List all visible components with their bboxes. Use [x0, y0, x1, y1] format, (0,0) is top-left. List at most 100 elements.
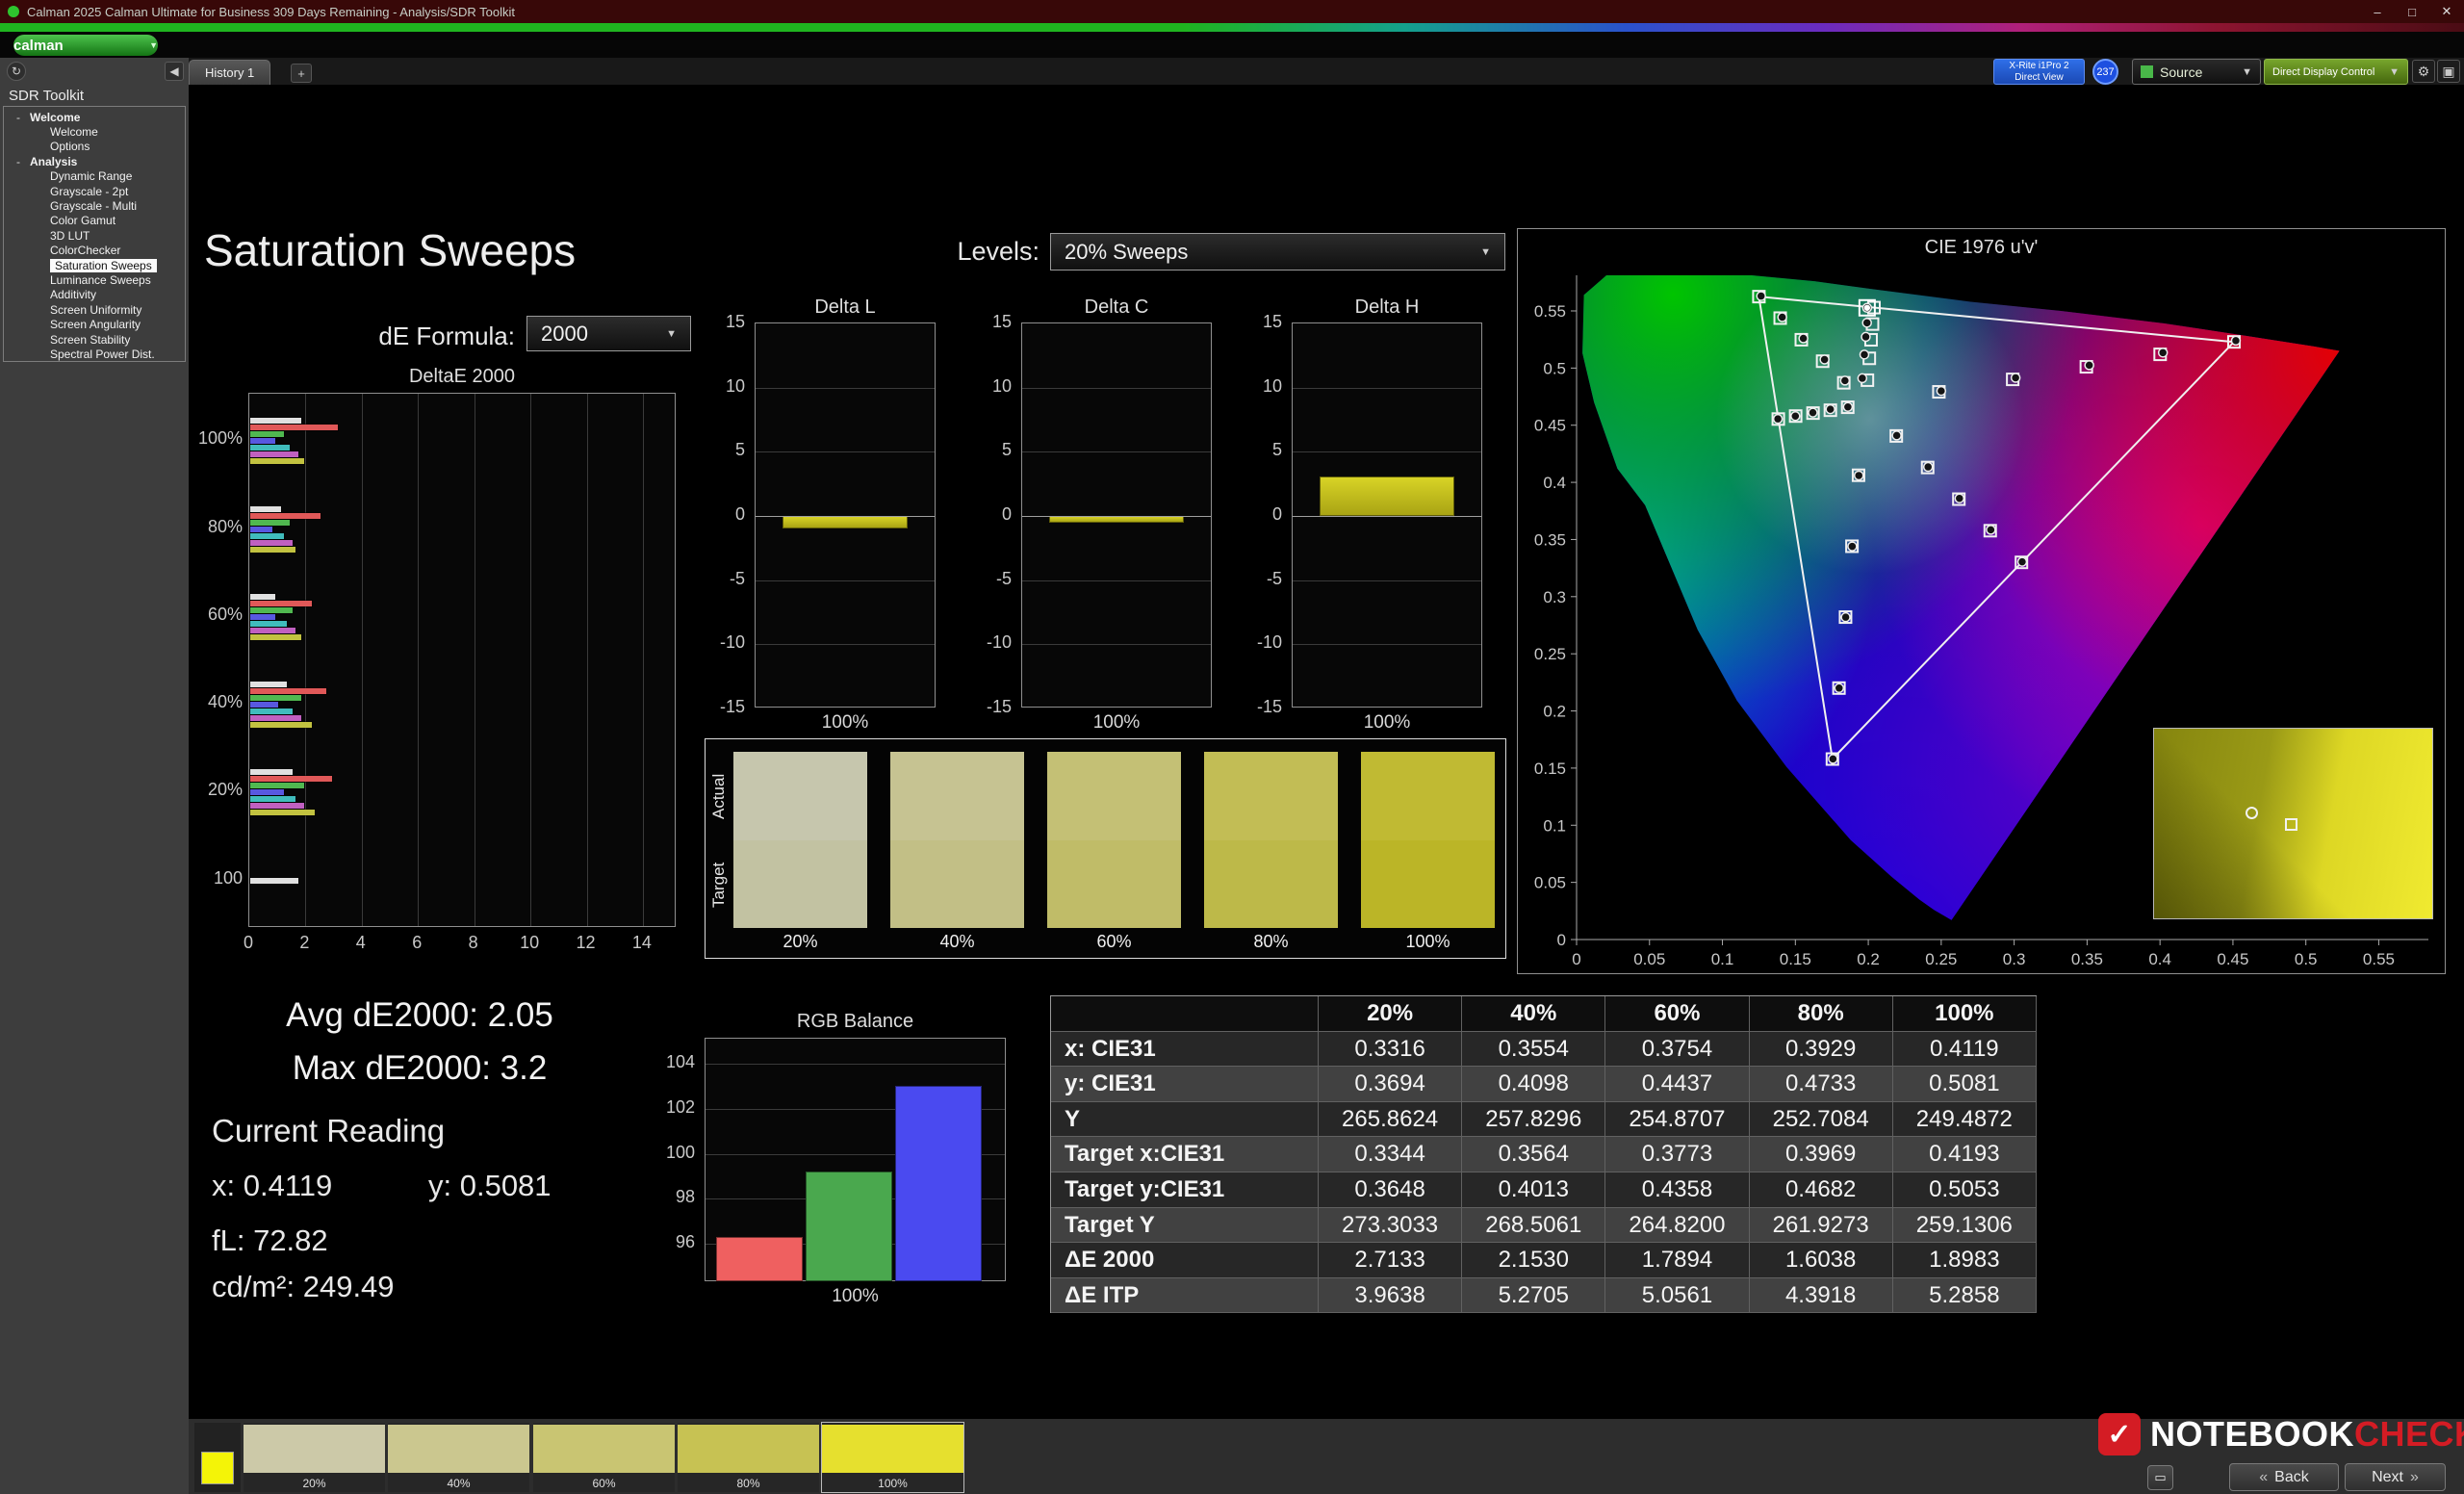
table-header-cell: 20% — [1319, 996, 1462, 1032]
current-patch-tile[interactable] — [194, 1423, 241, 1492]
sidebar-item-spectral-power-dist-[interactable]: Spectral Power Dist. — [4, 347, 185, 361]
page-title: Saturation Sweeps — [204, 224, 576, 276]
sidebar-item-colorchecker[interactable]: ColorChecker — [4, 244, 185, 258]
sidebar-item-analysis[interactable]: -Analysis — [4, 154, 185, 168]
sidebar-item-grayscale-2pt[interactable]: Grayscale - 2pt — [4, 184, 185, 198]
swatch-label: 20% — [733, 932, 867, 952]
target-swatch — [733, 840, 867, 929]
de-bar — [250, 520, 290, 526]
actual-swatch — [1204, 752, 1338, 840]
sidebar-item-label: Welcome — [30, 111, 80, 124]
levels-value: 20% Sweeps — [1065, 240, 1188, 265]
x-tick-label: 4 — [342, 933, 380, 953]
delta-bar — [1320, 477, 1454, 516]
de-bar — [250, 594, 275, 600]
minimize-button[interactable]: – — [2360, 0, 2395, 23]
de-bar — [250, 789, 284, 795]
measurement-table: 20%40%60%80%100%x: CIE310.33160.35540.37… — [1050, 995, 2037, 1313]
sidebar-item-screen-angularity[interactable]: Screen Angularity — [4, 317, 185, 331]
display-control-select[interactable]: Direct Display Control ▼ — [2264, 59, 2408, 85]
x-tick-label: 2 — [285, 933, 323, 953]
delta-l-title: Delta L — [755, 296, 936, 319]
patch-tile-20%[interactable]: 20% — [244, 1423, 385, 1492]
next-button[interactable]: Next » — [2345, 1463, 2446, 1491]
table-cell: 3.9638 — [1319, 1278, 1462, 1314]
sidebar-item-saturation-sweeps[interactable]: Saturation Sweeps — [4, 258, 185, 272]
delta-c-title: Delta C — [1021, 296, 1212, 319]
add-tab-button[interactable]: + — [291, 64, 312, 83]
chevron-down-icon: ▼ — [2242, 66, 2252, 78]
sidebar-title: SDR Toolkit — [9, 88, 84, 104]
y-tick-label: -5 — [687, 569, 745, 589]
sidebar-item-welcome[interactable]: Welcome — [4, 124, 185, 139]
y-tick-label: 10 — [1224, 376, 1282, 397]
table-row: Target Y273.3033268.5061264.8200261.9273… — [1051, 1208, 2037, 1244]
table-cell: 0.3554 — [1462, 1032, 1605, 1068]
tab-history-1[interactable]: History 1 — [189, 60, 270, 85]
de-bar — [250, 708, 293, 714]
table-cell: 259.1306 — [1893, 1208, 2037, 1244]
patch-tile-80%[interactable]: 80% — [678, 1423, 819, 1492]
notebookcheck-word1: NOTEBOOK — [2150, 1414, 2354, 1454]
table-cell: 5.0561 — [1605, 1278, 1749, 1314]
y-tick-label: 102 — [637, 1097, 695, 1118]
table-cell: 252.7084 — [1750, 1102, 1893, 1138]
refresh-icon[interactable]: ↻ — [7, 62, 26, 81]
sidebar-item-dynamic-range[interactable]: Dynamic Range — [4, 169, 185, 184]
maximize-button[interactable]: □ — [2395, 0, 2429, 23]
svg-text:0.05: 0.05 — [1534, 874, 1566, 892]
sidebar-item-label: Welcome — [50, 125, 98, 139]
de-bar — [250, 418, 301, 424]
levels-label: Levels: — [895, 237, 1040, 267]
gear-icon[interactable]: ⚙ — [2412, 60, 2435, 83]
grid-line — [1293, 644, 1481, 645]
sidebar-item-color-gamut[interactable]: Color Gamut — [4, 214, 185, 228]
sidebar-item-luminance-sweeps[interactable]: Luminance Sweeps — [4, 272, 185, 287]
sidebar-item-grayscale-multi[interactable]: Grayscale - Multi — [4, 198, 185, 213]
patch-tile-100%[interactable]: 100% — [822, 1423, 963, 1492]
table-cell: 0.4193 — [1893, 1137, 2037, 1172]
row-label: Target y:CIE31 — [1051, 1172, 1319, 1208]
source-select[interactable]: Source ▼ — [2132, 59, 2261, 85]
actual-swatch — [1361, 752, 1495, 840]
sidebar-item-label: Analysis — [30, 155, 77, 168]
svg-text:0.15: 0.15 — [1780, 950, 1811, 968]
app-grid-icon[interactable]: ▣ — [2437, 60, 2460, 83]
close-button[interactable]: ✕ — [2429, 0, 2464, 23]
sidebar-item-welcome[interactable]: -Welcome — [4, 110, 185, 124]
levels-select[interactable]: 20% Sweeps ▼ — [1050, 233, 1505, 270]
table-cell: 2.7133 — [1319, 1243, 1462, 1278]
sidebar-item-screen-stability[interactable]: Screen Stability — [4, 332, 185, 347]
pattern-window-icon[interactable]: ▭ — [2147, 1465, 2173, 1490]
y-tick-label: 96 — [637, 1232, 695, 1252]
table-cell: 0.5053 — [1893, 1172, 2037, 1208]
collapse-icon[interactable]: - — [16, 111, 20, 124]
collapse-icon[interactable]: - — [16, 155, 20, 168]
de-formula-select[interactable]: 2000 ▼ — [526, 316, 691, 351]
sidebar-item-3d-lut[interactable]: 3D LUT — [4, 228, 185, 243]
de-bar — [250, 527, 272, 532]
back-label: Back — [2274, 1469, 2309, 1486]
sidebar-item-additivity[interactable]: Additivity — [4, 288, 185, 302]
svg-text:0.45: 0.45 — [2217, 950, 2248, 968]
collapse-sidebar-icon[interactable]: ◀ — [165, 62, 184, 81]
table-cell: 0.3316 — [1319, 1032, 1462, 1068]
meter-button[interactable]: X-Rite i1Pro 2 Direct View — [1993, 59, 2085, 85]
svg-text:0.55: 0.55 — [1534, 302, 1566, 321]
patch-tile-60%[interactable]: 60% — [533, 1423, 675, 1492]
svg-text:0.2: 0.2 — [1857, 950, 1880, 968]
sidebar-item-screen-uniformity[interactable]: Screen Uniformity — [4, 302, 185, 317]
title-bar: Calman 2025 Calman Ultimate for Business… — [0, 0, 2464, 23]
patch-tile-40%[interactable]: 40% — [388, 1423, 529, 1492]
svg-text:0.15: 0.15 — [1534, 760, 1566, 778]
rgb-bar-blue — [895, 1086, 982, 1281]
table-cell: 0.4013 — [1462, 1172, 1605, 1208]
y-tick-label: 10 — [687, 376, 745, 397]
x-tick-label: 14 — [623, 933, 661, 953]
meter-count-badge[interactable]: 237 — [2092, 59, 2118, 85]
back-button[interactable]: « Back — [2229, 1463, 2339, 1491]
calman-logo-button[interactable]: calman ▼ — [13, 35, 158, 56]
table-cell: 0.3694 — [1319, 1067, 1462, 1102]
sidebar-item-options[interactable]: Options — [4, 140, 185, 154]
table-cell: 0.4437 — [1605, 1067, 1749, 1102]
